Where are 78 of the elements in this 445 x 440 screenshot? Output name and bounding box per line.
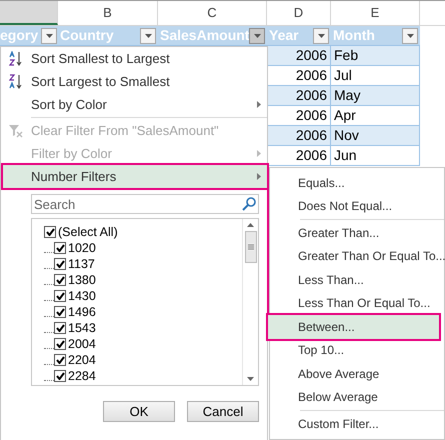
table-cell: 2006 xyxy=(267,126,331,146)
scroll-thumb[interactable] xyxy=(244,231,256,263)
table-cell: Nov xyxy=(331,126,420,146)
header-label: egory xyxy=(0,26,38,45)
scroll-down-icon[interactable] xyxy=(247,377,254,381)
header-label: SalesAmount xyxy=(160,26,250,45)
filter-dropdown-button[interactable] xyxy=(402,28,418,44)
checkbox[interactable] xyxy=(54,370,66,382)
filter-dropdown-button[interactable] xyxy=(140,28,156,44)
submenu-arrow-icon xyxy=(257,101,261,108)
value-label: 1543 xyxy=(68,320,96,337)
sort-descending-icon xyxy=(9,74,23,90)
search-field[interactable]: Search xyxy=(31,194,259,214)
menu-item[interactable]: Sort by Color xyxy=(1,93,267,116)
table-cell: 2006 xyxy=(267,46,331,66)
checkbox[interactable] xyxy=(54,354,66,366)
value-label: 1380 xyxy=(68,272,96,289)
caret-icon xyxy=(46,34,52,38)
menu-item[interactable]: Equals... xyxy=(270,171,444,194)
caret-icon xyxy=(144,34,152,38)
sort-ascending-icon xyxy=(9,50,23,66)
menu-item[interactable]: Between... xyxy=(268,315,439,338)
menu-item[interactable]: Top 10... xyxy=(270,338,444,362)
checkbox[interactable] xyxy=(54,322,66,334)
menu-item[interactable]: Above Average xyxy=(270,362,444,386)
menu-item[interactable]: Sort Largest to Smallest xyxy=(1,70,267,93)
value-label: 2004 xyxy=(68,336,96,353)
menu-item[interactable]: Custom Filter... xyxy=(270,412,444,436)
header-label: Country xyxy=(60,26,114,45)
checkbox[interactable] xyxy=(54,290,66,302)
header-label: Month xyxy=(333,26,375,45)
value-label: 1020 xyxy=(68,240,96,257)
checkbox[interactable] xyxy=(54,338,66,350)
submenu-arrow-icon xyxy=(257,173,261,180)
checkbox[interactable] xyxy=(54,306,66,318)
column-header[interactable] xyxy=(0,1,58,25)
search-icon xyxy=(242,197,256,211)
menu-item[interactable]: Does Not Equal... xyxy=(270,194,444,218)
dialog-button[interactable]: Cancel xyxy=(187,401,259,422)
menu-item[interactable]: Below Average xyxy=(270,386,444,409)
value-label: 1137 xyxy=(68,256,95,273)
checkbox[interactable] xyxy=(54,258,66,270)
caret-icon xyxy=(254,34,261,38)
submenu-arrow-icon xyxy=(257,150,261,157)
grip-icon xyxy=(248,244,254,250)
header-label: Year xyxy=(269,26,299,45)
value-label: 2284 xyxy=(68,368,96,385)
filter-dropdown-button[interactable] xyxy=(41,28,57,44)
table-cell: Jun xyxy=(331,146,420,166)
table-cell: 2006 xyxy=(267,86,331,106)
scrollbar[interactable] xyxy=(242,219,258,385)
table-cell: May xyxy=(331,86,420,106)
dialog-button[interactable]: OK xyxy=(103,401,175,422)
scroll-up-icon[interactable] xyxy=(247,223,254,227)
menu-item[interactable]: Greater Than Or Equal To... xyxy=(270,244,444,268)
value-label: 2204 xyxy=(68,352,96,369)
checkbox[interactable] xyxy=(54,242,66,254)
filter-dropdown-button[interactable] xyxy=(313,28,329,44)
table-cell: Feb xyxy=(331,46,420,66)
table-cell: Jul xyxy=(331,66,420,86)
checkbox[interactable] xyxy=(54,274,66,286)
value-label: 1430 xyxy=(68,288,96,305)
menu-item[interactable]: Less Than Or Equal To... xyxy=(270,292,444,315)
table-cell: 2006 xyxy=(267,146,331,166)
menu-item[interactable]: Sort Smallest to Largest xyxy=(1,47,267,70)
value-label: (Select All) xyxy=(58,224,118,241)
checkbox[interactable] xyxy=(44,226,56,238)
caret-icon xyxy=(318,34,324,38)
menu-item[interactable]: Number Filters xyxy=(3,165,267,188)
table-cell: 2006 xyxy=(267,106,331,126)
menu-item[interactable]: Less Than... xyxy=(270,268,444,292)
clear-filter-icon xyxy=(9,124,23,138)
table-cell: 2006 xyxy=(267,66,331,86)
caret-icon xyxy=(406,34,414,38)
menu-item[interactable]: Greater Than... xyxy=(270,221,444,244)
value-label: 1496 xyxy=(68,304,96,321)
table-cell: Apr xyxy=(331,106,420,126)
filter-dropdown-button[interactable] xyxy=(249,28,266,44)
